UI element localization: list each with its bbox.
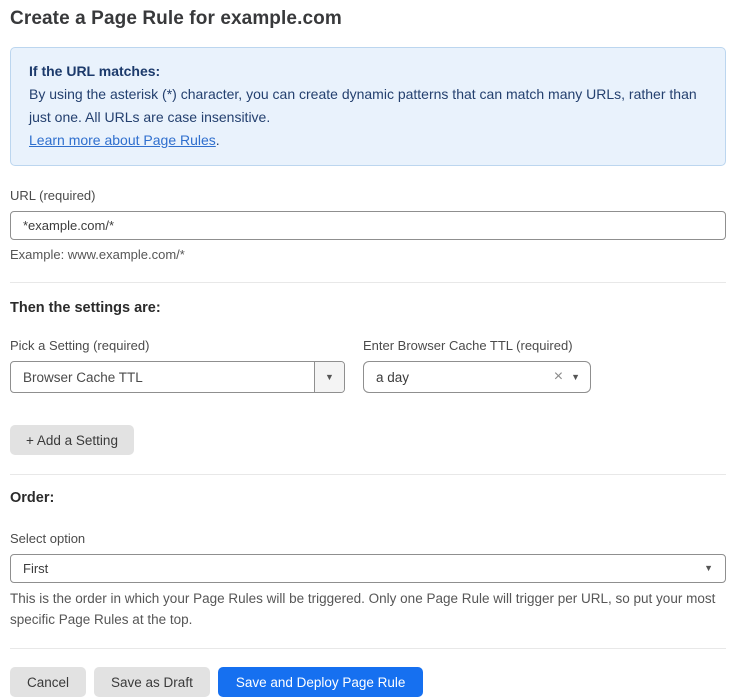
link-suffix: . bbox=[216, 132, 220, 148]
save-as-draft-button[interactable]: Save as Draft bbox=[94, 667, 210, 697]
info-box-body: By using the asterisk (*) character, you… bbox=[29, 83, 707, 129]
url-match-info-box: If the URL matches: By using the asteris… bbox=[10, 47, 726, 166]
divider bbox=[10, 648, 726, 649]
chevron-down-icon: ▼ bbox=[571, 373, 580, 382]
chevron-down-icon: ▼ bbox=[704, 564, 713, 573]
info-box-link-line: Learn more about Page Rules. bbox=[29, 129, 707, 152]
page-title: Create a Page Rule for example.com bbox=[10, 8, 726, 30]
ttl-select[interactable]: a day × ▼ bbox=[363, 361, 591, 393]
chevron-down-icon: ▼ bbox=[325, 373, 334, 382]
order-select-value: First bbox=[23, 561, 704, 576]
cancel-button[interactable]: Cancel bbox=[10, 667, 86, 697]
setting-select-caret-button[interactable]: ▼ bbox=[314, 362, 344, 392]
settings-row: Pick a Setting (required) Browser Cache … bbox=[10, 338, 726, 393]
ttl-select-field: Enter Browser Cache TTL (required) a day… bbox=[363, 338, 591, 393]
url-input[interactable] bbox=[10, 211, 726, 240]
setting-select-label: Pick a Setting (required) bbox=[10, 338, 345, 353]
save-and-deploy-button[interactable]: Save and Deploy Page Rule bbox=[218, 667, 424, 697]
order-section-heading: Order: bbox=[10, 490, 726, 506]
setting-select-value: Browser Cache TTL bbox=[11, 362, 314, 392]
ttl-select-value: a day bbox=[376, 370, 546, 385]
learn-more-link[interactable]: Learn more about Page Rules bbox=[29, 132, 216, 148]
setting-select[interactable]: Browser Cache TTL ▼ bbox=[10, 361, 345, 393]
settings-section-heading: Then the settings are: bbox=[10, 300, 726, 316]
ttl-select-label: Enter Browser Cache TTL (required) bbox=[363, 338, 591, 353]
setting-select-field: Pick a Setting (required) Browser Cache … bbox=[10, 338, 345, 393]
url-example-hint: Example: www.example.com/* bbox=[10, 247, 726, 262]
add-setting-button[interactable]: + Add a Setting bbox=[10, 425, 134, 455]
url-field-label: URL (required) bbox=[10, 188, 726, 203]
order-select-label: Select option bbox=[10, 531, 726, 546]
divider bbox=[10, 282, 726, 283]
order-hint: This is the order in which your Page Rul… bbox=[10, 588, 726, 630]
footer-actions: Cancel Save as Draft Save and Deploy Pag… bbox=[10, 667, 726, 697]
clear-icon[interactable]: × bbox=[546, 369, 571, 385]
divider bbox=[10, 474, 726, 475]
order-select[interactable]: First ▼ bbox=[10, 554, 726, 583]
info-box-heading: If the URL matches: bbox=[29, 60, 707, 83]
create-page-rule-form: Create a Page Rule for example.com If th… bbox=[0, 0, 736, 697]
